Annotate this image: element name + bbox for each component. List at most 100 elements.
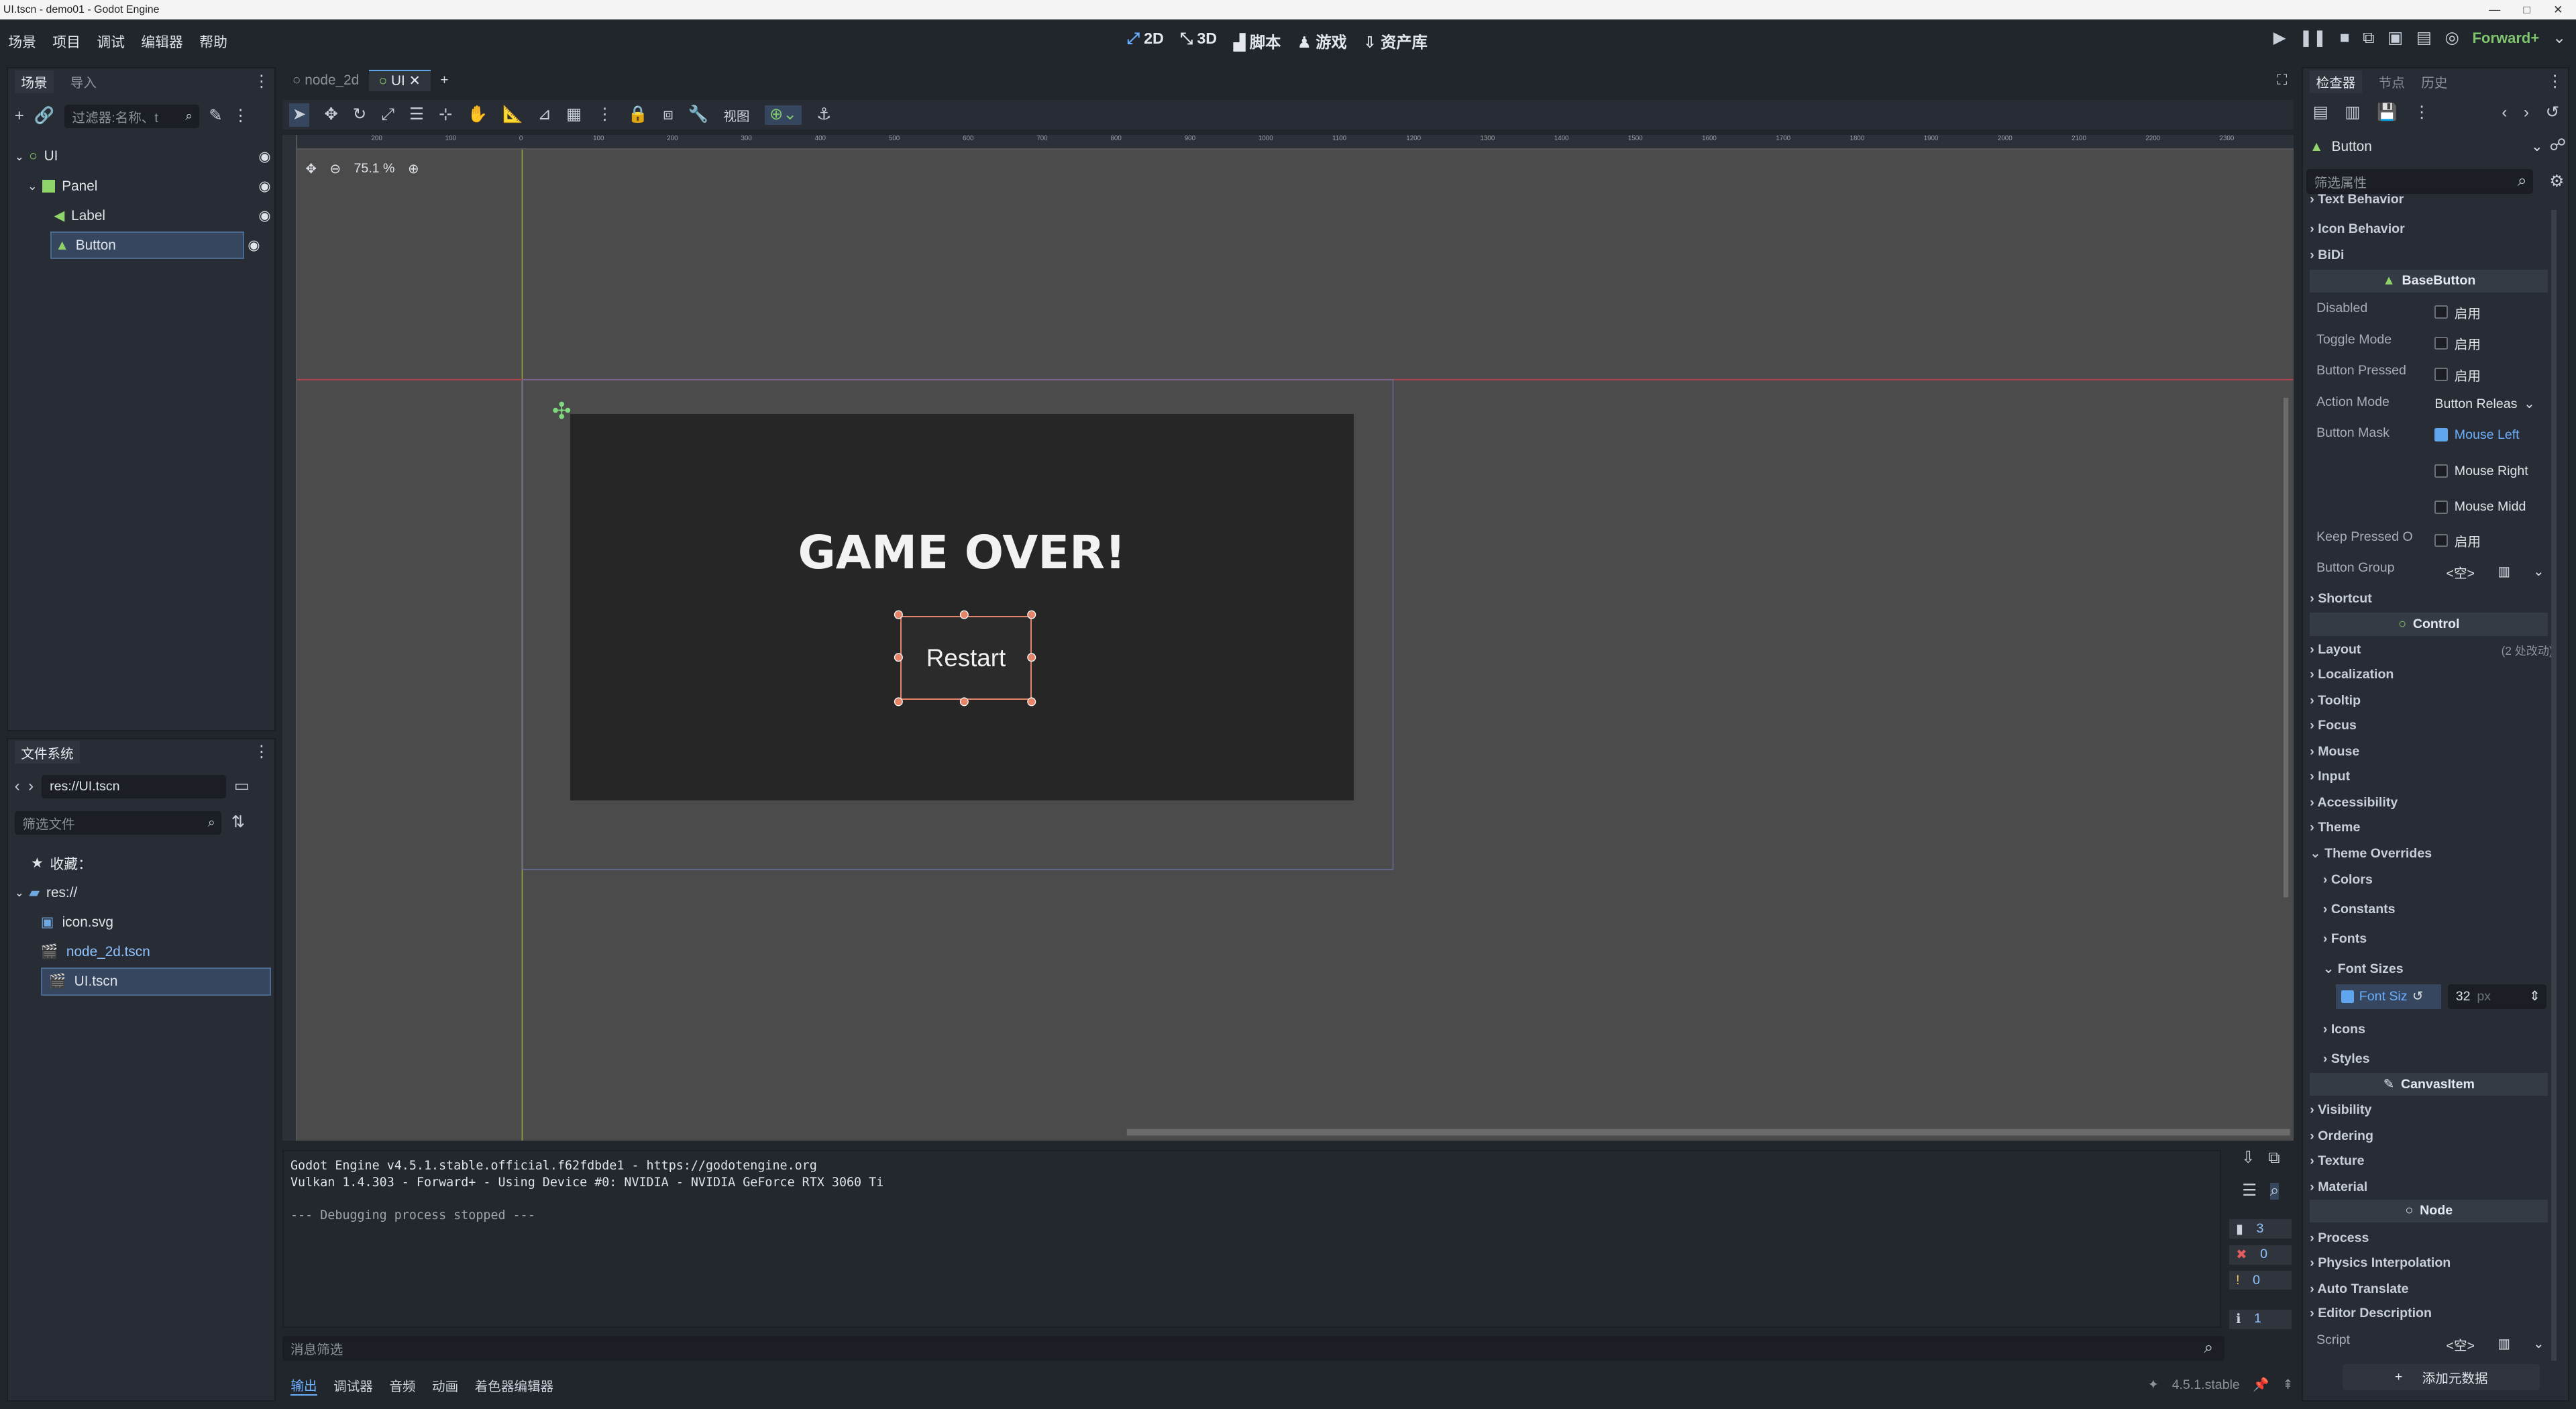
tab-output[interactable]: 输出 (290, 1375, 317, 1396)
tab-node[interactable]: 节点 (2379, 72, 2405, 91)
group-styles[interactable]: › Styles (2323, 1047, 2563, 1072)
ruler-left[interactable] (282, 134, 298, 1141)
group-icon[interactable]: ⧈ (663, 106, 674, 123)
inspector-scrollbar[interactable] (2551, 210, 2557, 1361)
rotate-tool-icon[interactable]: ↻ (353, 106, 367, 123)
ruler-tool-icon[interactable]: 📐 (502, 106, 523, 123)
attach-script-icon[interactable]: ✎ (209, 107, 223, 124)
menu-project[interactable]: 项目 (44, 31, 89, 51)
checkbox[interactable] (2434, 305, 2448, 319)
group-text-behavior[interactable]: › Text Behavior (2310, 194, 2550, 213)
checkbox[interactable] (2434, 464, 2448, 478)
pause-icon[interactable]: ❚❚ (2299, 30, 2326, 46)
group-auto-translate[interactable]: › Auto Translate (2310, 1277, 2550, 1302)
mask-mouse-left[interactable]: Mouse Left (2434, 427, 2520, 443)
group-tooltip[interactable]: › Tooltip (2310, 688, 2550, 713)
menu-debug[interactable]: 调试 (89, 31, 133, 51)
message-filter-input[interactable]: 消息筛选 ⌕ (282, 1336, 2224, 1361)
favorites-row[interactable]: ★ 收藏： (31, 849, 92, 878)
tree-node-label[interactable]: ◀ Label ◉ (54, 202, 270, 230)
workspace-script[interactable]: ▟ 脚本 (1234, 30, 1281, 52)
forward-icon[interactable]: › (28, 778, 34, 794)
canvas-viewport[interactable]: ✥ ⊖ 75.1 % ⊕ ✣ GAME OVER! Restart (282, 134, 2294, 1141)
inspector-settings-icon[interactable]: ⚙ (2549, 173, 2564, 190)
checkbox[interactable] (2434, 336, 2448, 350)
list-select-icon[interactable]: ☰ (409, 106, 424, 123)
action-mode-select[interactable]: Button Releas ⌄ (2434, 396, 2534, 412)
clear-output-icon[interactable]: ⇩ (2241, 1150, 2255, 1166)
copy-output-icon[interactable]: ⧉ (2268, 1150, 2279, 1166)
distraction-free-icon[interactable]: ⛶ (2277, 72, 2287, 89)
prop-button-pressed-toggle[interactable]: 启用 (2434, 365, 2481, 384)
group-constants[interactable]: › Constants (2323, 897, 2563, 922)
save-resource-icon[interactable]: 💾 (2377, 105, 2397, 121)
scale-tool-icon[interactable]: ⤢ (381, 106, 394, 123)
group-material[interactable]: › Material (2310, 1175, 2550, 1200)
group-bidi[interactable]: › BiDi (2310, 243, 2550, 268)
error-count-toggle[interactable]: ✖ 0 (2229, 1245, 2292, 1265)
sort-icon[interactable]: ⇅ (231, 814, 246, 831)
close-window-icon[interactable]: ✕ (2553, 3, 2563, 17)
renderer-selector[interactable]: Forward+ (2472, 30, 2539, 47)
instance-scene-icon[interactable]: 🔗 (34, 107, 54, 124)
spin-arrows-icon[interactable]: ⇕ (2529, 988, 2540, 1004)
history-back-icon[interactable]: ‹ (2502, 105, 2507, 121)
zoom-in-icon[interactable]: ⊕ (408, 161, 419, 177)
new-resource-icon[interactable]: ▤ (2313, 105, 2328, 121)
workspace-2d[interactable]: ⤢ 2D (1127, 30, 1164, 52)
section-canvasitem[interactable]: ✎ CanvasItem (2310, 1073, 2548, 1096)
tree-node-panel[interactable]: ⌄ Panel ◉ (28, 172, 270, 201)
tab-node2d[interactable]: ○ node_2d (282, 72, 369, 89)
group-process[interactable]: › Process (2310, 1226, 2550, 1251)
anchor-preset-icon[interactable]: ⊕⌄ (764, 105, 802, 125)
pin-icon[interactable]: 📌 (2253, 1377, 2269, 1393)
prop-keep-pressed-toggle[interactable]: 启用 (2434, 531, 2481, 550)
file-filter-input[interactable]: 筛选文件 ⌕ (14, 811, 222, 835)
prop-toggle-mode-toggle[interactable]: 启用 (2434, 333, 2481, 353)
add-tab-icon[interactable]: + (431, 72, 459, 89)
anchor-gizmo-icon[interactable]: ✣ (552, 398, 572, 425)
section-basebutton[interactable]: ▲ BaseButton (2310, 269, 2548, 293)
pan-tool-icon[interactable]: ✋ (468, 106, 488, 123)
tree-node-ui[interactable]: ⌄ ○ UI ◉ (15, 143, 271, 171)
group-accessibility[interactable]: › Accessibility (2310, 790, 2550, 815)
chevron-down-icon[interactable]: ⌄ (2533, 564, 2544, 580)
visibility-eye-icon[interactable]: ◉ (258, 207, 270, 224)
node-selector[interactable]: ▲ Button ⌄ (2310, 134, 2543, 159)
snap-menu-icon[interactable]: ⋮ (596, 106, 612, 123)
more-icon[interactable]: ⋮ (232, 107, 248, 124)
grid-snap-icon[interactable]: ▦ (566, 106, 582, 123)
close-tab-icon[interactable]: ✕ (409, 73, 421, 89)
group-localization[interactable]: › Localization (2310, 662, 2550, 687)
group-shortcut[interactable]: › Shortcut (2310, 586, 2550, 611)
movie-maker-icon[interactable]: ◎ (2445, 30, 2459, 46)
skeleton-icon[interactable]: 🔧 (688, 106, 708, 123)
file-icon-svg[interactable]: ▣ icon.svg (41, 908, 113, 937)
collapse-icon[interactable]: ⌄ (28, 179, 37, 193)
prop-disabled-toggle[interactable]: 启用 (2434, 303, 2481, 322)
panel-node[interactable] (570, 414, 1354, 800)
lock-icon[interactable]: 🔒 (628, 106, 648, 123)
dock-menu-icon[interactable]: ⋮ (254, 73, 270, 90)
anchor-icon[interactable]: ⚓ (816, 106, 831, 123)
warning-count-toggle[interactable]: ! 0 (2229, 1271, 2292, 1290)
group-editor-description[interactable]: › Editor Description (2310, 1302, 2550, 1326)
script-picker[interactable]: <空> ▥ ⌄ (2447, 1335, 2544, 1354)
tree-node-button[interactable]: ▲ Button (50, 231, 245, 260)
collapse-icon[interactable]: ⌄ (15, 150, 24, 164)
open-resource-icon[interactable]: ▥ (2345, 105, 2360, 121)
group-theme-overrides[interactable]: ⌄ Theme Overrides (2310, 841, 2550, 866)
smart-snap-icon[interactable]: ⊿ (538, 106, 552, 123)
expand-bottom-panel-icon[interactable]: ⇞ (2282, 1377, 2293, 1393)
font-size-override-toggle[interactable]: Font Siz ↺ (2336, 984, 2442, 1009)
font-size-spinbox[interactable]: 32 px ⇕ (2448, 984, 2546, 1009)
move-tool-icon[interactable]: ✥ (324, 106, 338, 123)
view-menu[interactable]: 视图 (723, 105, 749, 125)
checkbox[interactable] (2434, 368, 2448, 381)
mask-mouse-middle[interactable]: Mouse Midd (2434, 499, 2526, 515)
load-resource-icon[interactable]: ▥ (2498, 1336, 2510, 1352)
group-colors[interactable]: › Colors (2323, 868, 2563, 892)
chevron-down-icon[interactable]: ⌄ (2553, 30, 2567, 46)
menu-scene[interactable]: 场景 (0, 31, 44, 51)
resource-menu-icon[interactable]: ⋮ (2414, 105, 2430, 121)
